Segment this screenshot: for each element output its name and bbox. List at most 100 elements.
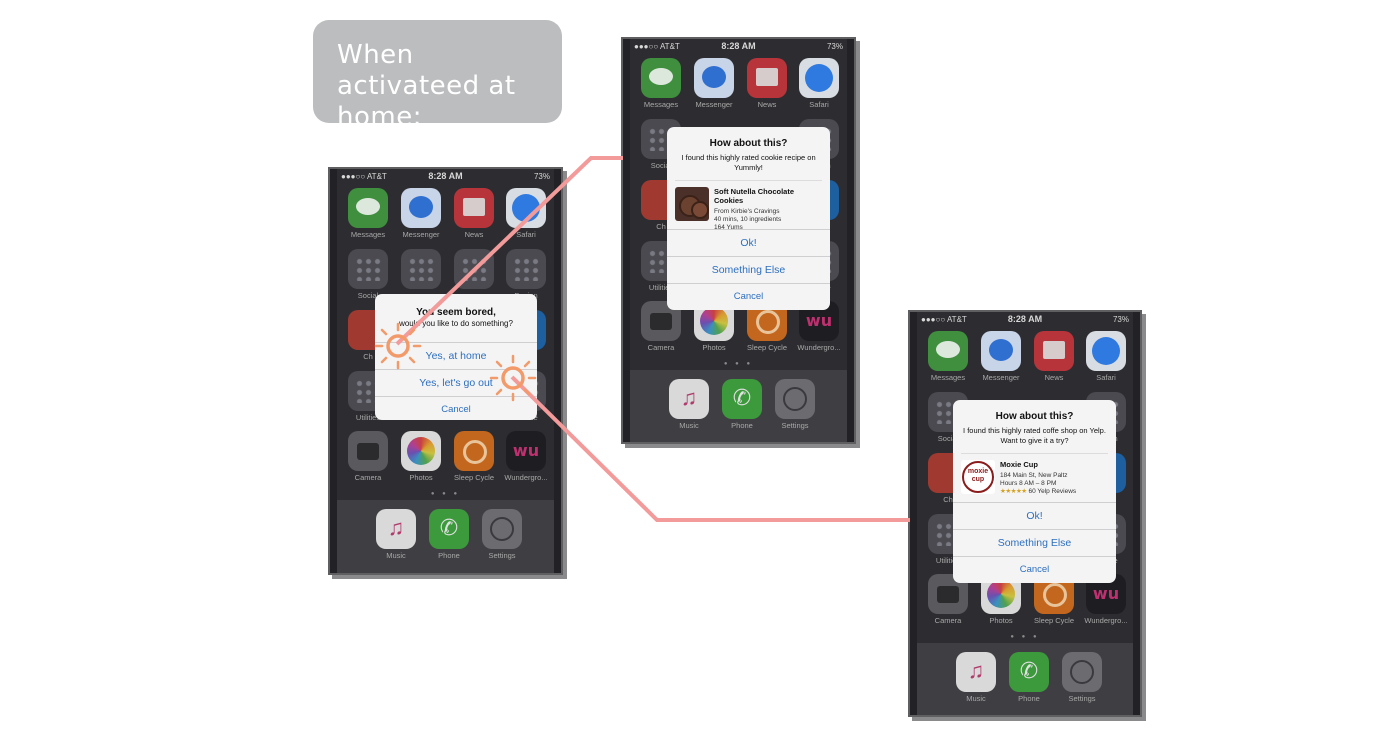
settings-icon xyxy=(775,379,815,419)
app-safari[interactable]: Safari xyxy=(1084,331,1128,382)
shop-hours: Hours 8 AM – 8 PM xyxy=(1000,480,1057,487)
page-indicator: ● ● ● xyxy=(430,491,461,497)
app-news[interactable]: News xyxy=(452,188,496,239)
phone-recipe-suggestion: ●●●○○ AT&T 8:28 AM 73% Messages Messenge… xyxy=(621,37,856,444)
status-bar: ●●●○○ AT&T 8:28 AM 73% xyxy=(917,312,1133,326)
page-indicator: ● ● ● xyxy=(723,361,754,367)
app-wunderground[interactable]: Wundergro... xyxy=(504,431,548,482)
messenger-icon xyxy=(401,188,441,228)
folder-design[interactable]: Design xyxy=(504,249,548,300)
review-count: 60 Yelp Reviews xyxy=(1028,488,1077,495)
phone-icon xyxy=(722,379,762,419)
messages-icon xyxy=(348,188,388,228)
app-camera[interactable]: Camera xyxy=(346,431,390,482)
star-rating-icon: ★★★★★ xyxy=(1000,488,1027,495)
app-messages[interactable]: Messages xyxy=(346,188,390,239)
music-icon xyxy=(669,379,709,419)
app-phone[interactable]: Phone xyxy=(720,379,764,430)
alert-title: You seem bored, xyxy=(416,307,496,318)
folder-icon xyxy=(454,249,494,289)
news-icon xyxy=(454,188,494,228)
moxie-cup-logo: moxie cup xyxy=(961,460,995,494)
something-else-button[interactable]: Something Else xyxy=(667,256,830,283)
shop-name: Moxie Cup xyxy=(1000,460,1038,469)
recipe-card[interactable]: Soft Nutella Chocolate Cookies From Kirb… xyxy=(675,180,822,232)
dock: Music Phone Settings xyxy=(630,370,847,442)
settings-icon xyxy=(1062,652,1102,692)
alert-title: How about this? xyxy=(709,138,788,149)
folder[interactable] xyxy=(452,249,496,291)
folder-icon xyxy=(401,249,441,289)
dock: Music Phone Settings xyxy=(337,500,554,573)
clock: 8:28 AM xyxy=(428,171,463,181)
ok-button[interactable]: Ok! xyxy=(667,229,830,256)
cancel-button[interactable]: Cancel xyxy=(953,556,1116,583)
dock: Music Phone Settings xyxy=(917,643,1133,715)
battery-level: 73% xyxy=(826,42,843,51)
recipe-name: Soft Nutella Chocolate Cookies xyxy=(714,187,795,205)
app-safari[interactable]: Safari xyxy=(504,188,548,239)
app-messages[interactable]: Messages xyxy=(926,331,970,382)
app-music[interactable]: Music xyxy=(954,652,998,703)
alert-title: How about this? xyxy=(995,411,1074,422)
caption-text: When activateed at home: xyxy=(337,40,516,132)
shop-rating: ★★★★★ 60 Yelp Reviews xyxy=(1000,488,1076,496)
app-messenger[interactable]: Messenger xyxy=(692,58,736,109)
safari-icon xyxy=(506,188,546,228)
safari-icon xyxy=(1086,331,1126,371)
messenger-icon xyxy=(694,58,734,98)
app-music[interactable]: Music xyxy=(374,509,418,560)
app-settings[interactable]: Settings xyxy=(480,509,524,560)
status-bar: ●●●○○ AT&T 8:28 AM 73% xyxy=(630,39,847,53)
battery-level: 73% xyxy=(1112,315,1129,324)
home-screen: ●●●○○ AT&T 8:28 AM 73% Messages Messenge… xyxy=(917,312,1133,715)
recipe-details: 40 mins, 10 ingredients xyxy=(714,216,782,223)
safari-icon xyxy=(799,58,839,98)
recipe-source: From Kirbie's Cravings xyxy=(714,208,780,215)
news-icon xyxy=(747,58,787,98)
app-sleep-cycle[interactable]: Sleep Cycle xyxy=(452,431,496,482)
app-settings[interactable]: Settings xyxy=(1060,652,1104,703)
app-messages[interactable]: Messages xyxy=(639,58,683,109)
page-indicator: ● ● ● xyxy=(1010,634,1040,640)
messages-icon xyxy=(928,331,968,371)
app-safari[interactable]: Safari xyxy=(797,58,841,109)
status-bar: ●●●○○ AT&T 8:28 AM 73% xyxy=(337,169,554,183)
logo-text: moxie cup xyxy=(967,468,989,483)
cancel-button[interactable]: Cancel xyxy=(667,283,830,310)
camera-icon xyxy=(348,431,388,471)
folder-social[interactable]: Social xyxy=(346,249,390,300)
phone-icon xyxy=(1009,652,1049,692)
settings-icon xyxy=(482,509,522,549)
shop-address: 184 Main St, New Paltz xyxy=(1000,472,1068,479)
something-else-button[interactable]: Something Else xyxy=(953,529,1116,556)
app-messenger[interactable]: Messenger xyxy=(979,331,1023,382)
messages-icon xyxy=(641,58,681,98)
messenger-icon xyxy=(981,331,1021,371)
app-phone[interactable]: Phone xyxy=(427,509,471,560)
phone-coffee-suggestion: ●●●○○ AT&T 8:28 AM 73% Messages Messenge… xyxy=(908,310,1142,717)
app-phone[interactable]: Phone xyxy=(1007,652,1051,703)
phone-icon xyxy=(429,509,469,549)
sleep-cycle-icon xyxy=(454,431,494,471)
clock: 8:28 AM xyxy=(1007,314,1043,324)
tap-burst-icon xyxy=(374,322,422,370)
alert-coffee: How about this? I found this highly rate… xyxy=(953,400,1116,583)
folder-icon xyxy=(348,249,388,289)
app-news[interactable]: News xyxy=(745,58,789,109)
folder[interactable] xyxy=(399,249,443,291)
alert-recipe: How about this? I found this highly rate… xyxy=(667,127,830,310)
app-photos[interactable]: Photos xyxy=(399,431,443,482)
app-settings[interactable]: Settings xyxy=(773,379,817,430)
wunderground-icon xyxy=(506,431,546,471)
photos-icon xyxy=(401,431,441,471)
news-icon xyxy=(1034,331,1074,371)
ok-button[interactable]: Ok! xyxy=(953,502,1116,529)
app-news[interactable]: News xyxy=(1032,331,1076,382)
app-music[interactable]: Music xyxy=(667,379,711,430)
battery-level: 73% xyxy=(533,172,550,181)
app-messenger[interactable]: Messenger xyxy=(399,188,443,239)
coffee-shop-card[interactable]: moxie cup Moxie Cup 184 Main St, New Pal… xyxy=(961,453,1108,496)
home-screen: ●●●○○ AT&T 8:28 AM 73% Messages Messenge… xyxy=(630,39,847,442)
alert-message: I found this highly rated coffe shop on … xyxy=(963,426,1106,445)
